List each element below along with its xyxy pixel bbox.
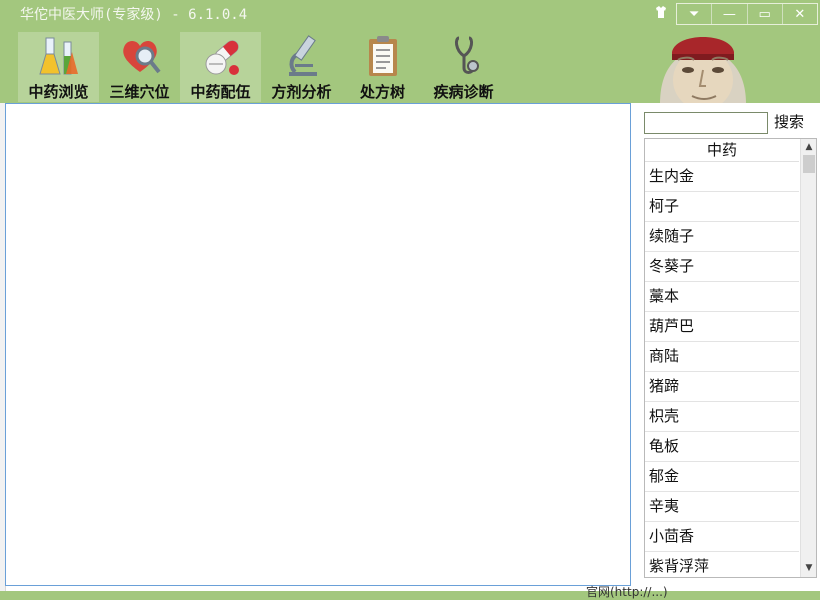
flask-icon (39, 37, 78, 75)
window-title: 华佗中医大师(专家级) - 6.1.0.4 (20, 7, 248, 23)
maximize-icon: ▭ (758, 6, 771, 22)
list-item[interactable]: 郁金 (645, 462, 799, 492)
doctor-portrait-image (660, 37, 746, 104)
dropdown-icon: ⏷ (688, 6, 700, 22)
close-button[interactable]: ✕ (781, 4, 817, 24)
list-item[interactable]: 葫芦巴 (645, 312, 799, 342)
close-icon: ✕ (794, 6, 806, 22)
clipboard-icon (369, 36, 397, 76)
list-item[interactable]: 紫背浮萍 (645, 552, 799, 577)
list-item[interactable]: 枳壳 (645, 402, 799, 432)
scroll-up-icon[interactable]: ▲ (803, 140, 815, 154)
tool-3d-acupoints[interactable]: 三维穴位 (99, 32, 180, 102)
tool-label: 中药浏览 (28, 83, 89, 101)
scroll-thumb[interactable] (803, 155, 815, 173)
search-input[interactable] (644, 112, 768, 134)
list-item[interactable]: 商陆 (645, 342, 799, 372)
menu-dropdown-button[interactable]: ⏷ (677, 4, 711, 24)
tool-label: 中药配伍 (190, 83, 251, 101)
status-text: 官网(http://...) (586, 585, 668, 599)
minimize-button[interactable]: — (711, 4, 746, 24)
search-button[interactable]: 搜索 (774, 111, 814, 131)
minimize-icon: — (722, 6, 736, 22)
maximize-button[interactable]: ▭ (746, 4, 782, 24)
stethoscope-icon (454, 36, 479, 74)
skin-shirt-icon[interactable] (654, 5, 668, 19)
list-item[interactable]: 猪蹄 (645, 372, 799, 402)
tool-herb-browse[interactable]: 中药浏览 (18, 32, 99, 102)
heart-magnifier-icon (123, 40, 161, 74)
scroll-down-icon[interactable]: ▼ (803, 561, 815, 575)
tool-label: 方剂分析 (271, 83, 332, 101)
main-content-panel[interactable] (5, 103, 631, 586)
tool-formula-analysis[interactable]: 方剂分析 (261, 32, 342, 102)
tool-disease-diagnosis[interactable]: 疾病诊断 (423, 32, 504, 102)
herb-list[interactable]: 中药 生内金 柯子 续随子 冬葵子 藁本 葫芦巴 商陆 猪蹄 枳壳 龟板 郁金 … (644, 138, 817, 578)
main-toolbar: 中药浏览 三维穴位 中药配伍 方剂分析 处方树 疾病诊断 (18, 32, 504, 102)
herb-list-header: 中药 (645, 139, 799, 162)
herb-list-scrollbar[interactable]: ▲ ▼ (800, 139, 816, 577)
herb-list-rows: 生内金 柯子 续随子 冬葵子 藁本 葫芦巴 商陆 猪蹄 枳壳 龟板 郁金 辛夷 … (645, 162, 799, 577)
list-item[interactable]: 续随子 (645, 222, 799, 252)
list-item[interactable]: 藁本 (645, 282, 799, 312)
list-item[interactable]: 小茴香 (645, 522, 799, 552)
tool-herb-compat[interactable]: 中药配伍 (180, 32, 261, 102)
list-item[interactable]: 柯子 (645, 192, 799, 222)
tool-label: 处方树 (359, 83, 405, 101)
list-item[interactable]: 冬葵子 (645, 252, 799, 282)
list-item[interactable]: 生内金 (645, 162, 799, 192)
list-item[interactable]: 辛夷 (645, 492, 799, 522)
list-item[interactable]: 龟板 (645, 432, 799, 462)
pills-icon (205, 40, 239, 75)
tool-label: 三维穴位 (109, 83, 170, 101)
tool-label: 疾病诊断 (433, 83, 494, 101)
microscope-icon (289, 35, 317, 76)
tool-prescription-tree[interactable]: 处方树 (342, 32, 423, 102)
